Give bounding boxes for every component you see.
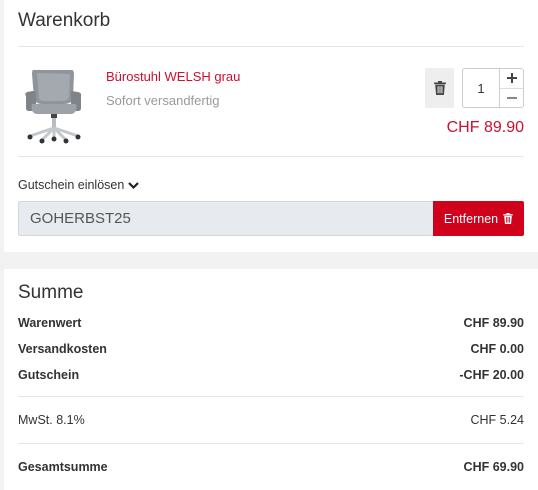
divider (18, 46, 524, 47)
summary-row-vat: MwSt. 8.1% CHF 5.24 (18, 413, 524, 427)
summary-row-voucher: Gutschein -CHF 20.00 (18, 368, 524, 382)
availability-status: Sofort versandfertig (106, 93, 220, 108)
remove-voucher-button[interactable]: Entfernen (433, 201, 524, 236)
cart-panel: Warenkorb Bürostuhl WELSH grau Sofort ve… (4, 0, 538, 252)
office-chair-image (25, 69, 82, 144)
summary-label: Warenwert (18, 316, 82, 330)
summary-row-subtotal: Warenwert CHF 89.90 (18, 316, 524, 330)
summary-row-shipping: Versandkosten CHF 0.00 (18, 342, 524, 356)
minus-icon (506, 96, 517, 99)
divider (18, 156, 524, 157)
chevron-down-icon (128, 181, 140, 189)
divider (18, 396, 524, 397)
summary-label: MwSt. 8.1% (18, 413, 85, 427)
summary-panel: Summe Warenwert CHF 89.90 Versandkosten … (4, 269, 538, 490)
quantity-stepper (500, 68, 524, 108)
divider (18, 443, 524, 444)
remove-voucher-label: Entfernen (443, 211, 499, 226)
cart-title: Warenkorb (18, 10, 111, 31)
plus-icon (506, 73, 517, 84)
trash-icon (503, 213, 513, 224)
product-name-link[interactable]: Bürostuhl WELSH grau (106, 69, 240, 84)
summary-title: Summe (18, 282, 84, 303)
trash-icon (433, 81, 446, 95)
summary-label: Gesamtsumme (18, 460, 108, 474)
summary-value: CHF 69.90 (463, 460, 524, 474)
voucher-code-input[interactable] (18, 201, 433, 236)
summary-row-total: Gesamtsumme CHF 69.90 (18, 460, 524, 474)
decrease-quantity-button[interactable] (500, 89, 523, 108)
voucher-toggle[interactable]: Gutschein einlösen (18, 178, 140, 192)
summary-value: CHF 89.90 (463, 316, 524, 330)
increase-quantity-button[interactable] (500, 69, 523, 89)
summary-label: Gutschein (18, 368, 80, 382)
quantity-input[interactable] (462, 68, 500, 108)
product-image[interactable] (24, 66, 84, 144)
product-price: CHF 89.90 (446, 119, 524, 136)
summary-label: Versandkosten (18, 342, 107, 356)
remove-item-button[interactable] (425, 68, 454, 108)
voucher-toggle-label: Gutschein einlösen (18, 178, 125, 192)
summary-value: CHF 5.24 (470, 413, 525, 427)
summary-value: CHF 0.00 (470, 342, 525, 356)
summary-value: -CHF 20.00 (459, 368, 524, 382)
